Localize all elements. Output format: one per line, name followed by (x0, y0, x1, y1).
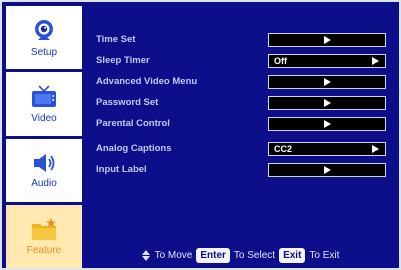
menu-item-label: Analog Captions (96, 143, 172, 154)
menu-item-label: Time Set (96, 34, 136, 45)
menu-item-password-set[interactable]: Password Set (96, 96, 395, 110)
menu-item-label: Password Set (96, 97, 159, 108)
sidebar-item-label: Feature (26, 245, 62, 257)
footer-hints: To Move Enter To Select Exit To Exit (86, 246, 395, 264)
enter-key-button[interactable]: Enter (196, 247, 230, 263)
arrow-right-icon (324, 166, 331, 174)
menu-item-parental-control[interactable]: Parental Control (96, 117, 395, 131)
sidebar-item-label: Setup (30, 46, 58, 58)
menu-value-box[interactable] (268, 96, 386, 110)
sidebar-item-video[interactable]: Video (6, 72, 82, 136)
arrow-right-icon (324, 36, 331, 44)
menu-item-analog-captions[interactable]: Analog Captions CC2 (96, 142, 395, 156)
sidebar-item-feature[interactable]: Feature (6, 204, 82, 268)
exit-key-button[interactable]: Exit (279, 247, 306, 263)
menu-item-label: Advanced Video Menu (96, 76, 198, 87)
sidebar-item-label: Video (31, 112, 57, 124)
arrow-right-icon (324, 120, 331, 128)
arrow-right-icon (372, 57, 379, 65)
menu-value-box[interactable]: Off (268, 54, 386, 68)
osd-menu: Setup Video Audio Feature Time Set Sleep… (0, 0, 401, 270)
exit-hint: To Exit (309, 249, 340, 261)
menu-item-sleep-timer[interactable]: Sleep Timer Off (96, 54, 395, 68)
menu-value-box[interactable] (268, 163, 386, 177)
webcam-icon (31, 18, 57, 44)
arrow-right-icon (324, 99, 331, 107)
move-hint: To Move (154, 249, 193, 261)
menu-value-box[interactable] (268, 75, 386, 89)
arrow-right-icon (324, 78, 331, 86)
menu-item-time-set[interactable]: Time Set (96, 33, 395, 47)
sidebar-item-label: Audio (31, 178, 57, 190)
menu-item-input-label[interactable]: Input Label (96, 163, 395, 177)
tv-icon (30, 84, 58, 110)
select-hint: To Select (233, 249, 276, 261)
sidebar-item-audio[interactable]: Audio (6, 138, 82, 202)
up-down-arrows-icon (141, 249, 150, 261)
menu-item-advanced-video-menu[interactable]: Advanced Video Menu (96, 75, 395, 89)
menu-list: Time Set Sleep Timer Off Advanced Video … (86, 6, 395, 244)
menu-value-box[interactable]: CC2 (268, 142, 386, 156)
sidebar: Setup Video Audio Feature (6, 6, 82, 268)
menu-item-label: Input Label (96, 164, 147, 175)
menu-value-box[interactable] (268, 117, 386, 131)
arrow-right-icon (372, 145, 379, 153)
menu-item-label: Parental Control (96, 118, 170, 129)
menu-value-box[interactable] (268, 33, 386, 47)
speaker-icon (31, 151, 57, 175)
menu-item-label: Sleep Timer (96, 55, 150, 66)
menu-value-text: CC2 (274, 144, 293, 154)
sidebar-item-setup[interactable]: Setup (6, 6, 82, 70)
folder-star-icon (30, 216, 58, 242)
menu-value-text: Off (274, 56, 287, 66)
